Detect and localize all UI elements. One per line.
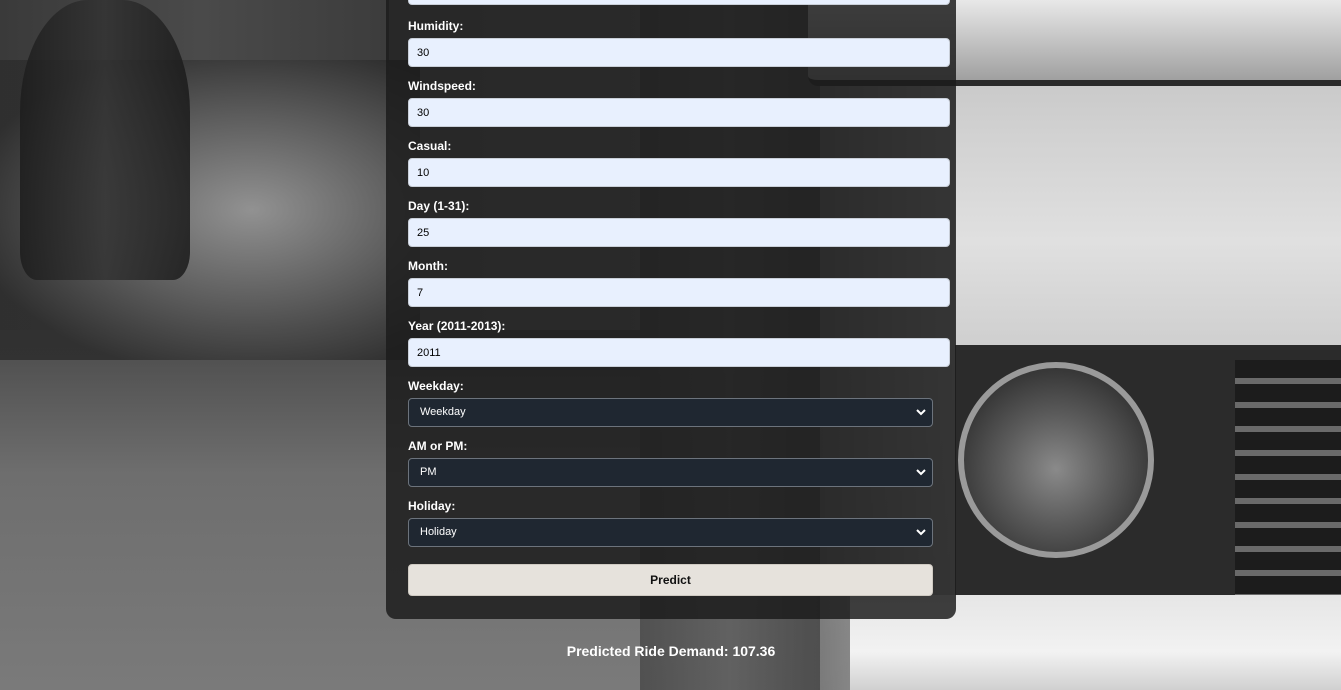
background-tree <box>20 0 190 280</box>
holiday-label: Holiday: <box>408 499 456 513</box>
weekday-label: Weekday: <box>408 379 464 393</box>
casual-label: Casual: <box>408 139 452 153</box>
casual-field-group: Casual: <box>408 138 950 187</box>
windspeed-field-group: Windspeed: <box>408 78 950 127</box>
background-truck-grille <box>1235 360 1341 595</box>
ampm-label: AM or PM: <box>408 439 468 453</box>
holiday-field-group: Holiday: Holiday <box>408 498 933 547</box>
background-truck-headlight <box>958 362 1154 558</box>
chevron-down-icon <box>916 409 926 416</box>
humidity-label: Humidity: <box>408 19 464 33</box>
day-input[interactable] <box>408 218 950 247</box>
month-field-group: Month: <box>408 258 950 307</box>
ampm-select[interactable]: PM <box>408 458 933 487</box>
windspeed-input[interactable] <box>408 98 950 127</box>
humidity-field-group: Humidity: <box>408 18 950 67</box>
year-input[interactable] <box>408 338 950 367</box>
day-field-group: Day (1-31): <box>408 198 950 247</box>
humidity-input[interactable] <box>408 38 950 67</box>
weekday-field-group: Weekday: Weekday <box>408 378 933 427</box>
chevron-down-icon <box>916 469 926 476</box>
prediction-result: Predicted Ride Demand: 107.36 <box>566 643 776 659</box>
holiday-select-value: Holiday <box>420 526 457 538</box>
ampm-select-value: PM <box>420 466 437 478</box>
previous-input-field[interactable] <box>408 0 950 5</box>
prediction-form: Humidity: Windspeed: Casual: Day (1-31):… <box>386 0 956 619</box>
month-label: Month: <box>408 259 448 273</box>
year-label: Year (2011-2013): <box>408 319 506 333</box>
holiday-select[interactable]: Holiday <box>408 518 933 547</box>
predict-button[interactable]: Predict <box>408 564 933 596</box>
day-label: Day (1-31): <box>408 199 470 213</box>
weekday-select-value: Weekday <box>420 406 466 418</box>
windspeed-label: Windspeed: <box>408 79 476 93</box>
ampm-field-group: AM or PM: PM <box>408 438 933 487</box>
year-field-group: Year (2011-2013): <box>408 318 950 367</box>
weekday-select[interactable]: Weekday <box>408 398 933 427</box>
chevron-down-icon <box>916 529 926 536</box>
casual-input[interactable] <box>408 158 950 187</box>
month-input[interactable] <box>408 278 950 307</box>
